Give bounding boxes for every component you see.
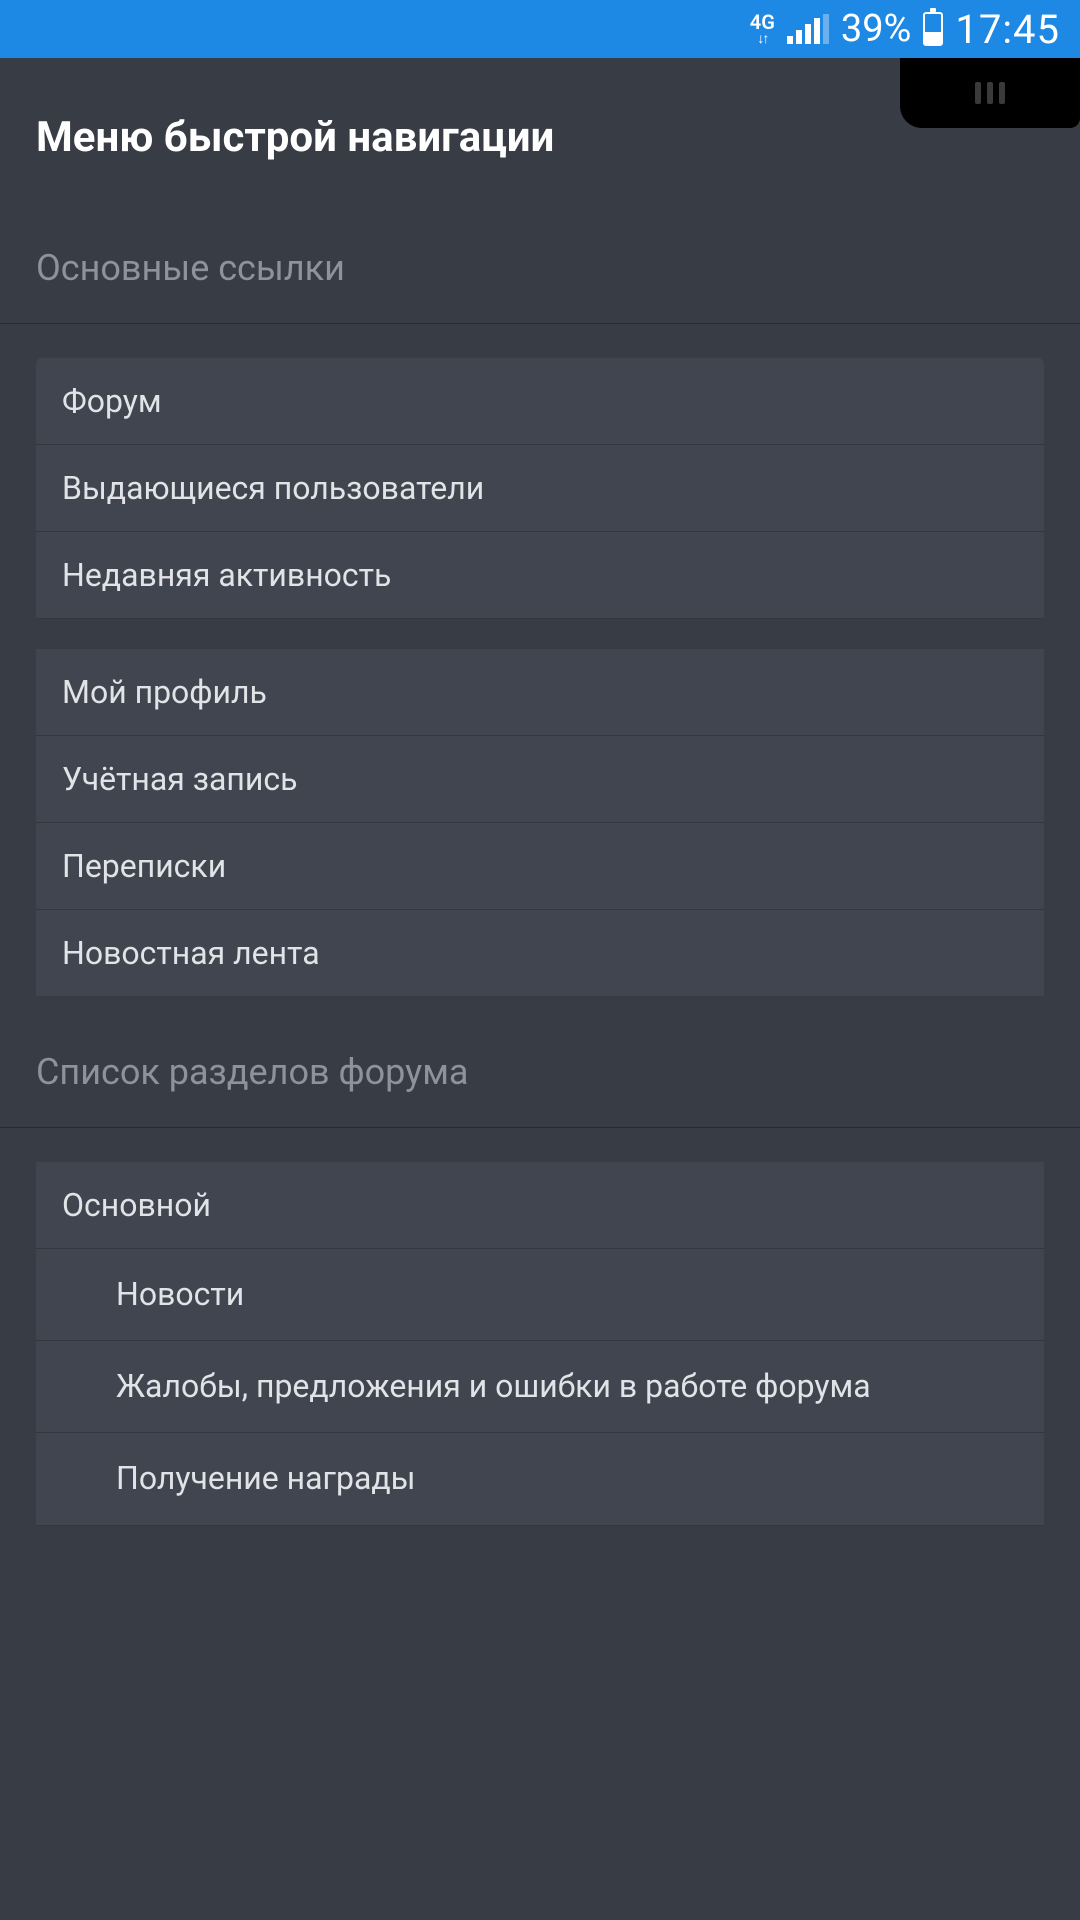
status-bar: 4G ↓↑ 39% 17:45 — [0, 0, 1080, 58]
list-gap — [36, 619, 1044, 649]
network-type-label: 4G — [750, 12, 775, 32]
nav-item-recent-activity[interactable]: Недавняя активность — [36, 532, 1044, 619]
browser-tab-switcher[interactable] — [900, 58, 1080, 128]
nav-item-my-profile[interactable]: Мой профиль — [36, 649, 1044, 736]
forum-sub-complaints[interactable]: Жалобы, предложения и ошибки в работе фо… — [36, 1341, 1044, 1433]
clock: 17:45 — [955, 6, 1060, 53]
forum-sections-list: Основной Новости Жалобы, предложения и о… — [36, 1162, 1044, 1526]
battery-percentage: 39% — [841, 7, 912, 51]
nav-item-news-feed[interactable]: Новостная лента — [36, 910, 1044, 996]
nav-item-notable-users[interactable]: Выдающиеся пользователи — [36, 445, 1044, 532]
page-content: Меню быстрой навигации Основные ссылки Ф… — [0, 58, 1080, 1526]
nav-item-forum[interactable]: Форум — [36, 358, 1044, 445]
battery-icon — [923, 12, 943, 46]
forum-sub-rewards[interactable]: Получение награды — [36, 1433, 1044, 1525]
network-type-indicator: 4G ↓↑ — [750, 12, 775, 46]
nav-item-conversations[interactable]: Переписки — [36, 823, 1044, 910]
main-links-list: Форум Выдающиеся пользователи Недавняя а… — [36, 358, 1044, 996]
signal-strength-icon — [787, 14, 829, 44]
nav-item-account[interactable]: Учётная запись — [36, 736, 1044, 823]
network-arrows-icon: ↓↑ — [757, 32, 767, 46]
section-header-forum-sections: Список разделов форума — [0, 996, 1080, 1128]
forum-sub-news[interactable]: Новости — [36, 1249, 1044, 1341]
forum-category-main[interactable]: Основной — [36, 1162, 1044, 1249]
section-header-main-links: Основные ссылки — [0, 192, 1080, 324]
